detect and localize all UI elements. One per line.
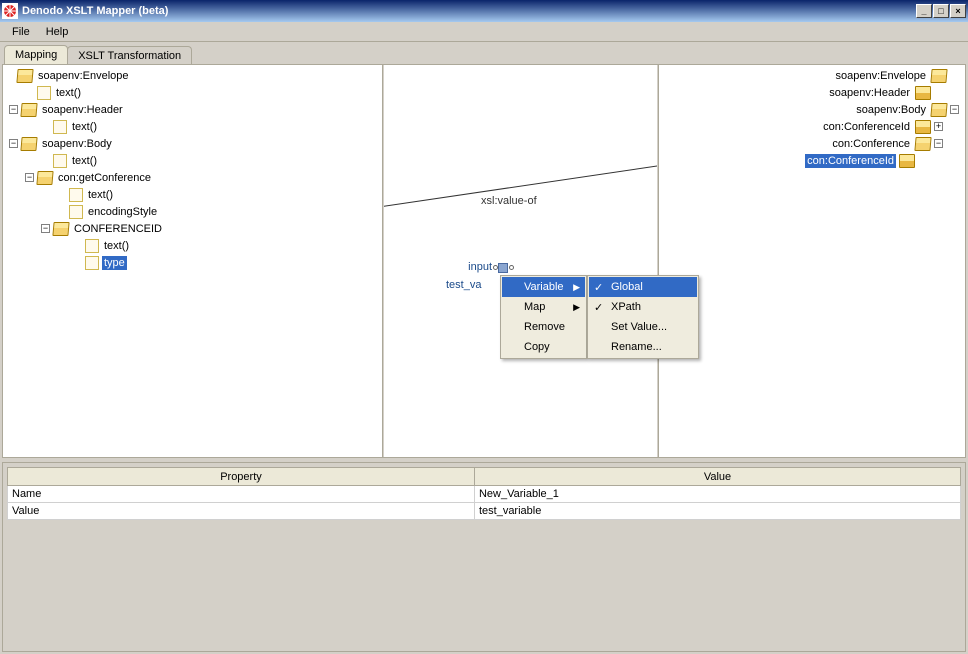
source-tree-panel: soapenv:Envelope text() −soapenv:Header … xyxy=(3,65,383,457)
tabstrip: Mapping XSLT Transformation xyxy=(0,42,968,64)
expander-icon[interactable]: − xyxy=(25,173,34,182)
node-port[interactable] xyxy=(509,265,514,270)
mapping-canvas[interactable]: xsl:value-of input test_va xyxy=(384,65,657,457)
check-icon: ✓ xyxy=(594,301,603,314)
tree-node[interactable]: text() xyxy=(5,152,380,169)
leaf-icon xyxy=(85,256,99,270)
var-node-label: test_va xyxy=(446,279,481,291)
expander-icon[interactable]: + xyxy=(934,122,943,131)
main-area: soapenv:Envelope text() −soapenv:Header … xyxy=(2,64,966,458)
source-tree[interactable]: soapenv:Envelope text() −soapenv:Header … xyxy=(3,65,382,273)
close-button[interactable]: × xyxy=(950,4,966,18)
selected-tree-item: type xyxy=(102,256,127,270)
submenu-arrow-icon: ▶ xyxy=(573,282,580,293)
folder-open-icon xyxy=(20,137,37,151)
minimize-button[interactable]: _ xyxy=(916,4,932,18)
var-node[interactable] xyxy=(498,263,508,273)
menu-item-rename[interactable]: Rename... xyxy=(589,337,697,357)
menu-item-set-value[interactable]: Set Value... xyxy=(589,317,697,337)
col-property[interactable]: Property xyxy=(8,468,475,486)
tree-node[interactable]: text() xyxy=(5,237,380,254)
tree-node[interactable]: text() xyxy=(5,84,380,101)
context-submenu: ✓Global ✓XPath Set Value... Rename... xyxy=(587,275,699,359)
menu-item-xpath[interactable]: ✓XPath xyxy=(589,297,697,317)
tree-node[interactable]: −soapenv:Body xyxy=(5,135,380,152)
menu-help[interactable]: Help xyxy=(38,24,77,40)
app-icon xyxy=(2,3,18,19)
target-tree[interactable]: soapenv:Envelope soapenv:Header soapenv:… xyxy=(659,65,965,171)
folder-open-icon xyxy=(36,171,53,185)
tree-node[interactable]: soapenv:Envelope xyxy=(5,67,380,84)
folder-closed-icon xyxy=(915,86,931,100)
leaf-icon xyxy=(37,86,51,100)
check-icon: ✓ xyxy=(594,281,603,294)
folder-open-icon xyxy=(930,103,947,117)
folder-open-icon xyxy=(52,222,69,236)
table-row[interactable]: Value test_variable xyxy=(8,503,961,520)
tree-node[interactable]: con:Conference− xyxy=(661,135,963,152)
mapping-edges xyxy=(384,65,657,457)
tab-xslt[interactable]: XSLT Transformation xyxy=(67,46,192,65)
expander-icon[interactable]: − xyxy=(41,224,50,233)
window-title: Denodo XSLT Mapper (beta) xyxy=(22,5,916,17)
tree-node[interactable]: soapenv:Header xyxy=(661,84,963,101)
folder-open-icon xyxy=(20,103,37,117)
edge-label: xsl:value-of xyxy=(481,195,537,207)
menu-item-map[interactable]: Map▶ xyxy=(502,297,585,317)
leaf-icon xyxy=(69,188,83,202)
tree-node[interactable]: soapenv:Envelope xyxy=(661,67,963,84)
tree-node[interactable]: text() xyxy=(5,118,380,135)
menu-item-copy[interactable]: Copy xyxy=(502,337,585,357)
var-node-label: input xyxy=(462,261,492,273)
property-table: Property Value Name New_Variable_1 Value… xyxy=(7,467,961,520)
tree-node[interactable]: −con:getConference xyxy=(5,169,380,186)
folder-open-icon xyxy=(914,137,931,151)
folder-open-icon xyxy=(930,69,947,83)
expander-icon[interactable]: − xyxy=(934,139,943,148)
selected-tree-item: con:ConferenceId xyxy=(805,154,896,168)
maximize-button[interactable]: □ xyxy=(933,4,949,18)
menu-file[interactable]: File xyxy=(4,24,38,40)
folder-closed-icon xyxy=(915,120,931,134)
context-menu: Variable▶ Map▶ Remove Copy xyxy=(500,275,587,359)
tree-node[interactable]: soapenv:Body− xyxy=(661,101,963,118)
tree-node[interactable]: −CONFERENCEID xyxy=(5,220,380,237)
tree-node[interactable]: con:ConferenceId xyxy=(661,152,963,169)
tree-node[interactable]: text() xyxy=(5,186,380,203)
target-tree-panel: soapenv:Envelope soapenv:Header soapenv:… xyxy=(658,65,965,457)
tree-node[interactable]: type xyxy=(5,254,380,271)
window-controls: _ □ × xyxy=(916,4,966,18)
menubar: File Help xyxy=(0,22,968,42)
leaf-icon xyxy=(53,120,67,134)
col-value[interactable]: Value xyxy=(474,468,960,486)
table-row[interactable]: Name New_Variable_1 xyxy=(8,486,961,503)
folder-open-icon xyxy=(16,69,33,83)
leaf-icon xyxy=(85,239,99,253)
menu-item-global[interactable]: ✓Global xyxy=(589,277,697,297)
menu-item-variable[interactable]: Variable▶ xyxy=(502,277,585,297)
property-panel: Property Value Name New_Variable_1 Value… xyxy=(2,462,966,652)
expander-icon[interactable]: − xyxy=(9,105,18,114)
folder-closed-icon xyxy=(899,154,915,168)
submenu-arrow-icon: ▶ xyxy=(573,302,580,313)
leaf-icon xyxy=(69,205,83,219)
tree-node[interactable]: −soapenv:Header xyxy=(5,101,380,118)
expander-icon[interactable]: − xyxy=(950,105,959,114)
expander-icon[interactable]: − xyxy=(9,139,18,148)
menu-item-remove[interactable]: Remove xyxy=(502,317,585,337)
leaf-icon xyxy=(53,154,67,168)
tree-node[interactable]: con:ConferenceId+ xyxy=(661,118,963,135)
titlebar: Denodo XSLT Mapper (beta) _ □ × xyxy=(0,0,968,22)
tree-node[interactable]: encodingStyle xyxy=(5,203,380,220)
tab-mapping[interactable]: Mapping xyxy=(4,45,68,64)
